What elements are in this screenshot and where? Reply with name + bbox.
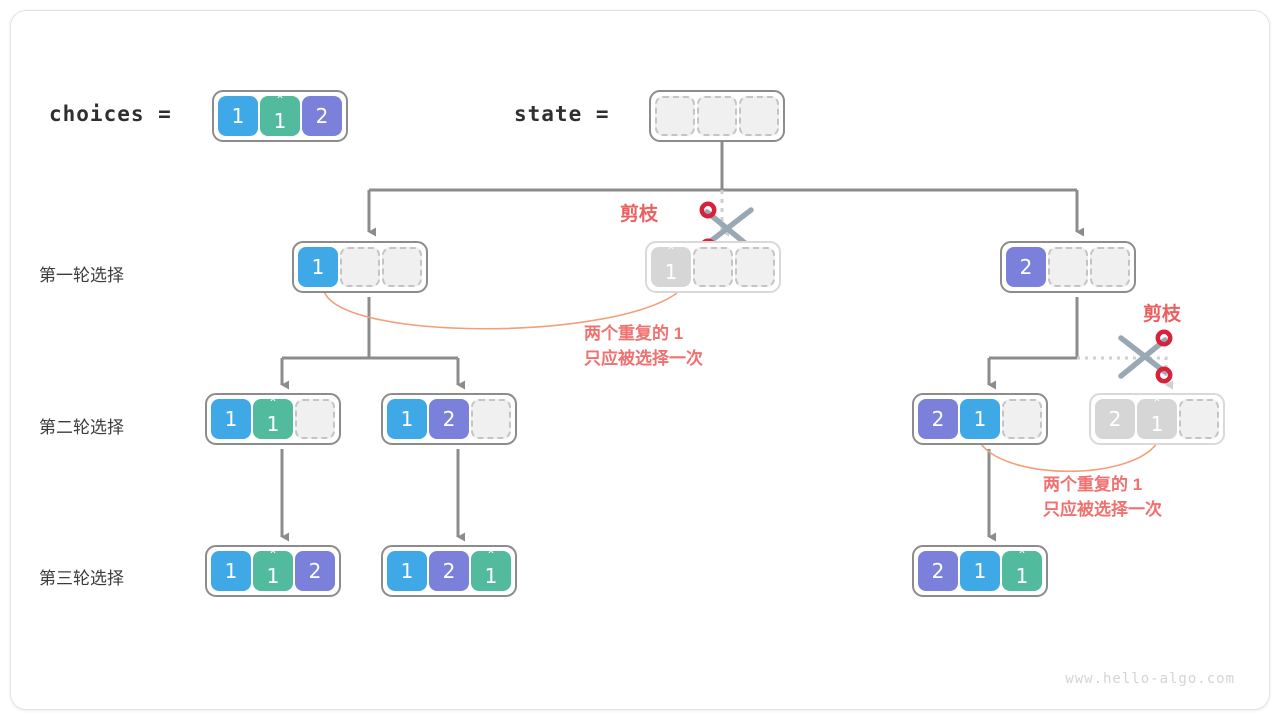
array-cell-value: 1 xyxy=(484,563,498,588)
array-cell-value: 2 xyxy=(315,104,329,128)
array-cell: 1 xyxy=(960,551,1000,591)
array-cell-empty xyxy=(382,247,422,287)
note-right-line2: 只应被选择一次 xyxy=(1043,500,1162,519)
hat-marker-icon: ˆ xyxy=(269,396,277,415)
row-label-round-2: 第二轮选择 xyxy=(39,418,124,437)
array-cell: ˆ1 xyxy=(651,244,691,287)
row-label-round-1: 第一轮选择 xyxy=(39,266,124,285)
prune-label-right: 剪枝 xyxy=(1143,304,1182,325)
array-cell-empty xyxy=(739,96,779,136)
array-cell-value: 1 xyxy=(266,411,280,436)
array-cell-value: 1 xyxy=(973,559,987,583)
node-level2-4-pruned: 2 ˆ1 xyxy=(1089,393,1225,445)
array-cell-empty xyxy=(295,399,335,439)
array-cell: 2 xyxy=(302,96,342,136)
array-cell: 2 xyxy=(429,399,469,439)
node-level1-3: 2 xyxy=(1000,241,1136,293)
array-cell-value: 1 xyxy=(224,559,238,583)
array-cell-value: 1 xyxy=(266,563,280,588)
state-label: state = xyxy=(514,102,610,126)
note-left: 两个重复的 1 只应被选择一次 xyxy=(584,321,703,371)
array-cell: 1 xyxy=(211,551,251,591)
array-cell-value: 1 xyxy=(664,259,678,284)
array-cell: ˆ1 xyxy=(253,396,293,439)
array-cell: 1 xyxy=(960,399,1000,439)
array-cell-value: 2 xyxy=(442,559,456,583)
node-level3-3: 21ˆ1 xyxy=(912,545,1048,597)
note-right-line1: 两个重复的 1 xyxy=(1043,475,1143,494)
array-cell-empty xyxy=(1002,399,1042,439)
array-cell-value: 1 xyxy=(973,407,987,431)
array-cell-value: 2 xyxy=(931,407,945,431)
array-cell: ˆ1 xyxy=(260,93,300,136)
array-cell-value: 2 xyxy=(1108,407,1122,431)
array-cell-value: 2 xyxy=(442,407,456,431)
hat-marker-icon: ˆ xyxy=(269,548,277,567)
choices-array: 1ˆ12 xyxy=(212,90,348,142)
array-cell-empty xyxy=(693,247,733,287)
array-cell: 2 xyxy=(1006,247,1046,287)
state-array xyxy=(649,90,785,142)
array-cell: 1 xyxy=(211,399,251,439)
node-level2-3: 21 xyxy=(912,393,1048,445)
array-cell: ˆ1 xyxy=(471,548,511,591)
node-level3-1: 1ˆ12 xyxy=(205,545,341,597)
array-cell-value: 1 xyxy=(311,255,325,279)
array-cell: ˆ1 xyxy=(1002,548,1042,591)
hat-marker-icon: ˆ xyxy=(487,548,495,567)
hat-marker-icon: ˆ xyxy=(276,93,284,112)
array-cell-empty xyxy=(1090,247,1130,287)
note-right: 两个重复的 1 只应被选择一次 xyxy=(1043,472,1162,522)
array-cell-value: 1 xyxy=(1150,411,1164,436)
array-cell: 1 xyxy=(218,96,258,136)
array-cell-empty xyxy=(471,399,511,439)
array-cell-empty xyxy=(655,96,695,136)
row-label-round-3: 第三轮选择 xyxy=(39,569,124,588)
array-cell: ˆ1 xyxy=(1137,396,1177,439)
array-cell: 2 xyxy=(918,551,958,591)
choices-label: choices = xyxy=(49,102,172,126)
note-left-line2: 只应被选择一次 xyxy=(584,349,703,368)
hat-marker-icon: ˆ xyxy=(1018,548,1026,567)
array-cell: ˆ1 xyxy=(253,548,293,591)
array-cell-value: 1 xyxy=(231,104,245,128)
array-cell: 2 xyxy=(295,551,335,591)
array-cell-value: 2 xyxy=(931,559,945,583)
node-level2-2: 12 xyxy=(381,393,517,445)
array-cell-value: 1 xyxy=(1015,563,1029,588)
array-cell: 2 xyxy=(1095,399,1135,439)
array-cell-empty xyxy=(735,247,775,287)
note-left-line1: 两个重复的 1 xyxy=(584,324,684,343)
array-cell: 1 xyxy=(387,399,427,439)
node-level3-2: 12ˆ1 xyxy=(381,545,517,597)
array-cell-value: 1 xyxy=(273,108,287,133)
hat-marker-icon: ˆ xyxy=(1153,396,1161,415)
array-cell-value: 1 xyxy=(400,559,414,583)
array-cell-empty xyxy=(1179,399,1219,439)
watermark: www.hello-algo.com xyxy=(1065,671,1235,687)
hat-marker-icon: ˆ xyxy=(667,244,675,263)
node-level1-2-pruned: ˆ1 xyxy=(645,241,781,293)
array-cell: 2 xyxy=(429,551,469,591)
array-cell-value: 2 xyxy=(308,559,322,583)
node-level1-1: 1 xyxy=(292,241,428,293)
array-cell-empty xyxy=(1048,247,1088,287)
array-cell-empty xyxy=(340,247,380,287)
scissors-icon-right xyxy=(1118,329,1173,384)
array-cell-value: 1 xyxy=(400,407,414,431)
array-cell-value: 2 xyxy=(1019,255,1033,279)
array-cell: 2 xyxy=(918,399,958,439)
node-level2-1: 1ˆ1 xyxy=(205,393,341,445)
prune-label-left: 剪枝 xyxy=(620,204,659,225)
diagram-frame: choices = 1ˆ12 state = 第一轮选择 第二轮选择 第三轮选择… xyxy=(10,10,1270,710)
array-cell-empty xyxy=(697,96,737,136)
array-cell-value: 1 xyxy=(224,407,238,431)
array-cell: 1 xyxy=(387,551,427,591)
array-cell: 1 xyxy=(298,247,338,287)
